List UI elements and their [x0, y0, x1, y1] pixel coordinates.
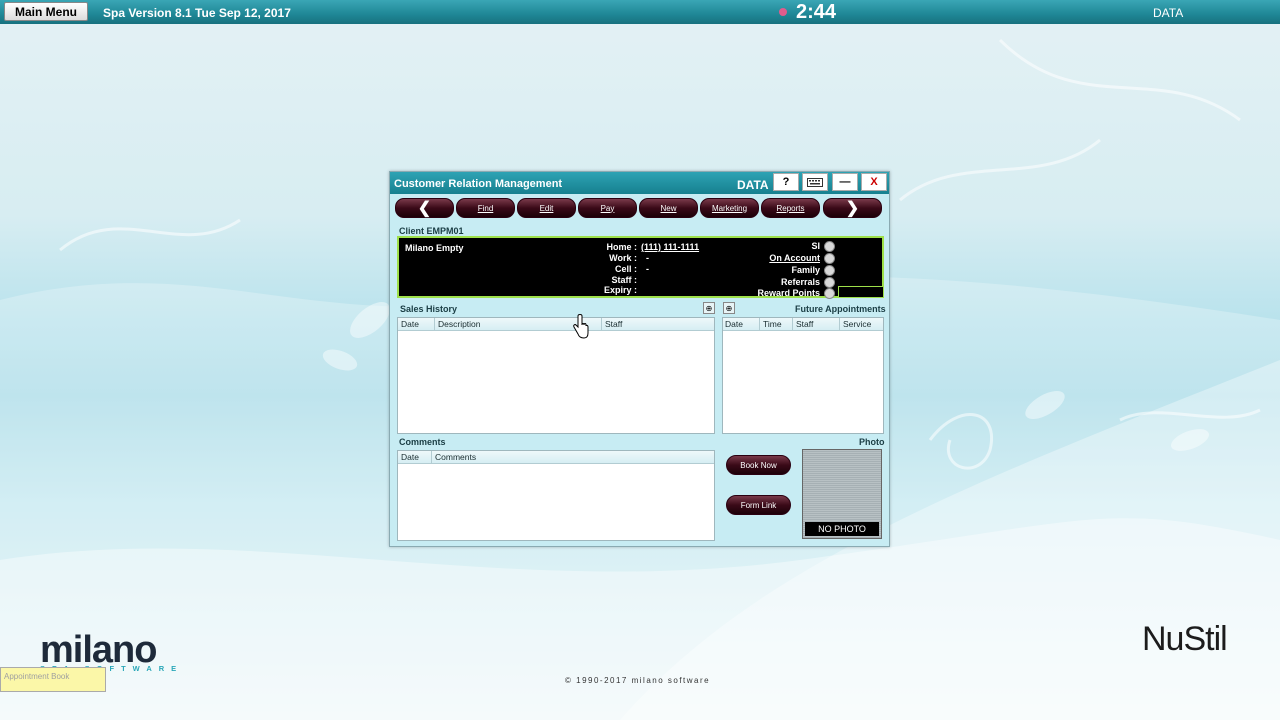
referrals-label: Referrals [780, 277, 820, 287]
client-name: Milano Empty [405, 243, 464, 253]
sales-history-list[interactable]: Date Description Staff [397, 317, 715, 434]
book-now-button[interactable]: Book Now [726, 455, 791, 475]
on-account-radio[interactable] [824, 253, 835, 264]
on-account-label: On Account [769, 253, 820, 263]
data-label: DATA [1153, 6, 1184, 20]
keyboard-icon [807, 177, 823, 187]
staff-label: Staff : [611, 275, 638, 285]
family-radio[interactable] [824, 265, 835, 276]
prev-button[interactable]: ❮ [395, 198, 454, 218]
edit-button[interactable]: Edit [517, 198, 576, 218]
client-info-panel: Milano Empty Home : (111) 111-1111 Work … [397, 236, 884, 299]
sales-history-zoom-button[interactable]: ⊕ [703, 302, 715, 314]
work-label: Work : [609, 253, 637, 263]
col-staff: Staff [796, 319, 814, 329]
minimize-button[interactable]: — [832, 173, 858, 191]
magnifier-icon: ⊕ [725, 303, 733, 313]
family-label: Family [791, 265, 820, 275]
comments-list[interactable]: Date Comments [397, 450, 715, 541]
sales-history-header: Date Description Staff [398, 318, 714, 331]
close-button[interactable]: X [861, 173, 887, 191]
client-photo[interactable]: NO PHOTO [802, 449, 882, 539]
cell-value: - [646, 264, 649, 274]
col-staff: Staff [605, 319, 623, 329]
toolbar: ❮ Find Edit Pay New Marketing Reports ❯ [394, 198, 886, 218]
reports-button[interactable]: Reports [761, 198, 820, 218]
expiry-label: Expiry : [603, 285, 637, 295]
appointment-book-button[interactable]: Appointment Book [0, 667, 106, 692]
magnifier-icon: ⊕ [705, 303, 713, 313]
copyright: © 1990-2017 milano software [565, 676, 711, 685]
new-button[interactable]: New [639, 198, 698, 218]
client-id-label: Client EMPM01 [399, 226, 464, 236]
clock: 2:44 [796, 1, 837, 23]
photo-label: Photo [859, 437, 885, 447]
future-appointments-header: Date Time Staff Service [723, 318, 883, 331]
reward-points-field[interactable] [838, 286, 884, 298]
future-appointments-label: Future Appointments [795, 304, 886, 314]
col-description: Description [438, 319, 481, 329]
future-appointments-zoom-button[interactable]: ⊕ [723, 302, 735, 314]
col-comments: Comments [435, 452, 477, 462]
hand-cursor-icon [573, 314, 589, 339]
col-date: Date [725, 319, 743, 329]
comments-header: Date Comments [398, 451, 714, 464]
referrals-radio[interactable] [824, 277, 835, 288]
window-title: Customer Relation Management [394, 178, 563, 190]
home-label: Home : [606, 242, 637, 252]
form-link-button[interactable]: Form Link [726, 495, 791, 515]
find-button[interactable]: Find [456, 198, 515, 218]
marketing-button[interactable]: Marketing [700, 198, 759, 218]
window-title-bar[interactable]: Customer Relation Management DATA ? — X [390, 172, 889, 194]
next-button[interactable]: ❯ [823, 198, 882, 218]
pay-button[interactable]: Pay [578, 198, 637, 218]
reward-points-radio[interactable] [824, 288, 835, 299]
si-label: SI [811, 241, 820, 251]
no-photo-label: NO PHOTO [805, 522, 879, 536]
col-date: Date [401, 452, 419, 462]
nustil-logo: NuStil [1142, 620, 1228, 658]
top-bar: Main Menu Spa Version 8.1 Tue Sep 12, 20… [0, 0, 1280, 24]
work-value: - [646, 253, 649, 263]
clock-indicator-icon [779, 8, 787, 16]
home-phone-link[interactable]: (111) 111-1111 [641, 242, 699, 252]
comments-label: Comments [399, 437, 446, 447]
crm-window: Customer Relation Management DATA ? — X … [389, 171, 890, 547]
keyboard-button[interactable] [802, 173, 828, 191]
si-radio[interactable] [824, 241, 835, 252]
col-time: Time [763, 319, 782, 329]
main-menu-button[interactable]: Main Menu [4, 2, 88, 21]
col-date: Date [401, 319, 419, 329]
col-service: Service [843, 319, 872, 329]
cell-label: Cell : [614, 264, 637, 274]
window-data-label: DATA [737, 178, 769, 192]
help-button[interactable]: ? [773, 173, 799, 191]
future-appointments-list[interactable]: Date Time Staff Service [722, 317, 884, 434]
reward-points-label: Reward Points [757, 288, 820, 298]
version-date-label: Spa Version 8.1 Tue Sep 12, 2017 [103, 6, 291, 20]
milano-brand: milano [40, 629, 157, 671]
sales-history-label: Sales History [400, 304, 458, 314]
